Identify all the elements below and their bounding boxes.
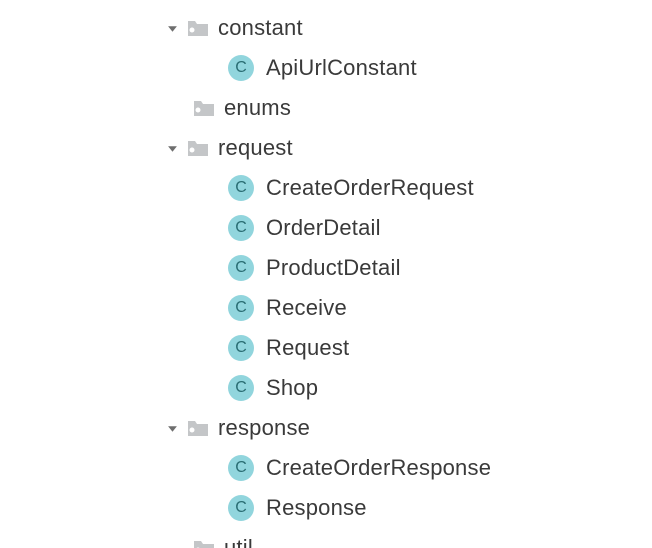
class-icon: C	[228, 295, 254, 321]
tree-item-util[interactable]: util	[0, 528, 652, 548]
tree-item-label: Shop	[266, 375, 318, 401]
tree-item-label: enums	[224, 95, 291, 121]
tree-item-class[interactable]: C OrderDetail	[0, 208, 652, 248]
tree-item-label: ProductDetail	[266, 255, 401, 281]
tree-item-label: CreateOrderRequest	[266, 175, 474, 201]
tree-item-request[interactable]: request	[0, 128, 652, 168]
class-icon: C	[228, 175, 254, 201]
tree-item-label: request	[218, 135, 293, 161]
tree-item-label: constant	[218, 15, 303, 41]
chevron-down-icon	[164, 420, 180, 436]
tree-item-label: response	[218, 415, 310, 441]
class-icon: C	[228, 375, 254, 401]
tree-item-class[interactable]: C Shop	[0, 368, 652, 408]
package-icon	[192, 538, 216, 548]
tree-item-class[interactable]: C Request	[0, 328, 652, 368]
tree-item-label: OrderDetail	[266, 215, 381, 241]
tree-item-label: com.github.neatlife	[182, 0, 370, 1]
package-icon	[186, 138, 210, 158]
package-icon	[192, 98, 216, 118]
tree-item-class[interactable]: C Response	[0, 488, 652, 528]
tree-item-label: util	[224, 535, 253, 548]
tree-item-class[interactable]: C ApiUrlConstant	[0, 48, 652, 88]
chevron-down-icon	[164, 140, 180, 156]
tree-item-label: ApiUrlConstant	[266, 55, 417, 81]
package-icon	[186, 18, 210, 38]
tree-item-class[interactable]: C CreateOrderResponse	[0, 448, 652, 488]
package-icon	[186, 418, 210, 438]
class-icon: C	[228, 455, 254, 481]
tree-item-enums[interactable]: enums	[0, 88, 652, 128]
tree-item-class[interactable]: C CreateOrderRequest	[0, 168, 652, 208]
class-icon: C	[228, 335, 254, 361]
class-icon: C	[228, 55, 254, 81]
tree-item-response[interactable]: response	[0, 408, 652, 448]
tree-item-label: Receive	[266, 295, 347, 321]
class-icon: C	[228, 495, 254, 521]
class-icon: C	[228, 215, 254, 241]
class-icon: C	[228, 255, 254, 281]
tree-item-root[interactable]: com.github.neatlife	[0, 0, 370, 8]
tree-item-constant[interactable]: constant	[0, 8, 652, 48]
tree-item-label: Request	[266, 335, 349, 361]
package-tree: com.github.neatlife constant C ApiUrlCon…	[0, 0, 652, 548]
tree-item-label: Response	[266, 495, 367, 521]
tree-item-label: CreateOrderResponse	[266, 455, 491, 481]
chevron-down-icon	[164, 20, 180, 36]
tree-item-class[interactable]: C Receive	[0, 288, 652, 328]
tree-item-class[interactable]: C ProductDetail	[0, 248, 652, 288]
